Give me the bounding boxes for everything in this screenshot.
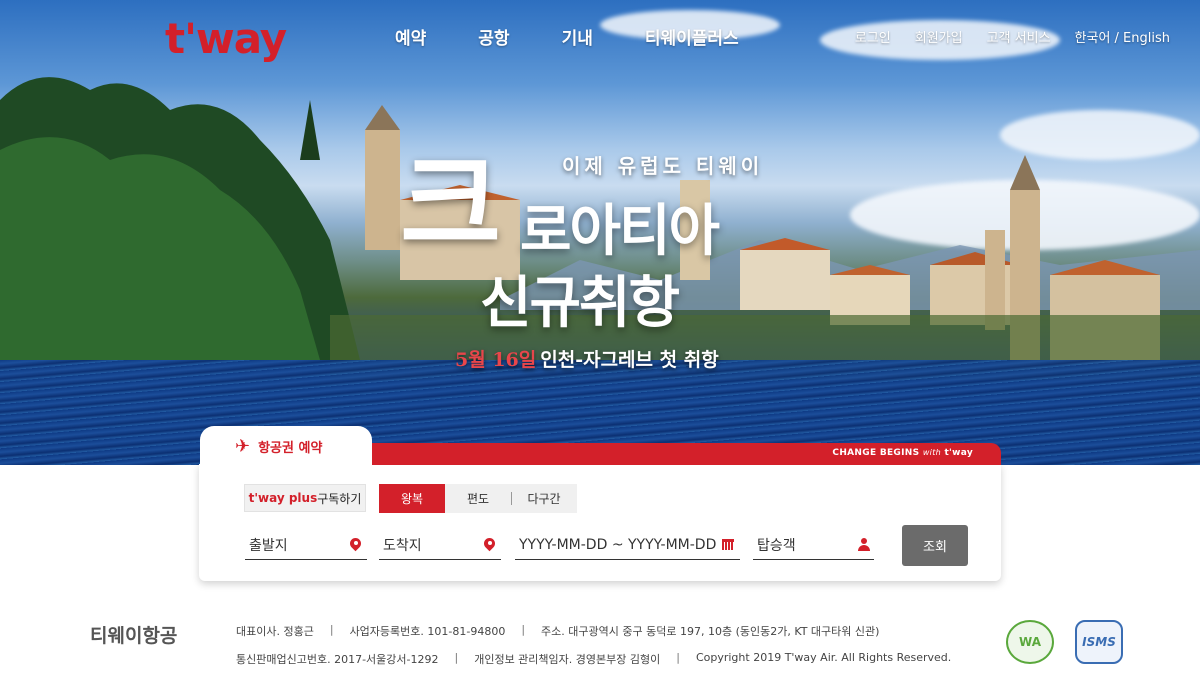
trip-type-selector: 왕복 편도 다구간: [379, 484, 577, 513]
footer-ecommerce-number: 통신판매업신고번호. 2017-서울강서-1292: [236, 653, 439, 666]
nav-item-airport[interactable]: 공항: [478, 24, 509, 49]
footer-business-number: 사업자등록번호. 101-81-94800: [349, 625, 506, 638]
slogan-brand: t'way: [944, 448, 973, 458]
location-pin-icon: [350, 538, 361, 552]
signup-link[interactable]: 회원가입: [915, 27, 963, 46]
subscribe-label: 구독하기: [317, 491, 362, 506]
slogan: CHANGE BEGINS with t'way: [832, 448, 973, 458]
promo-route: 인천-자그레브 첫 취항: [540, 349, 719, 371]
booking-tab-label: 항공권 예약: [258, 440, 323, 456]
nav-item-inflight[interactable]: 기내: [562, 24, 593, 49]
customer-service-link[interactable]: 고객 서비스: [987, 27, 1051, 46]
trip-multi-city[interactable]: 다구간: [511, 484, 577, 513]
promo-date-line: 5월 16일 인천-자그레브 첫 취항: [455, 345, 719, 372]
location-pin-icon: [484, 538, 495, 552]
footer-privacy-officer: 개인정보 관리책임자. 경영본부장 김형이: [474, 653, 661, 666]
nav-item-reservation[interactable]: 예약: [395, 24, 426, 49]
footer-info-row-1: 대표이사. 정홍근 | 사업자등록번호. 101-81-94800 | 주소. 대구…: [236, 623, 880, 638]
passenger-placeholder: 탑승객: [757, 537, 796, 554]
booking-panel: [199, 464, 1001, 581]
promo-date: 5월 16일: [455, 349, 537, 371]
airplane-icon: ✈: [235, 435, 251, 457]
login-link[interactable]: 로그인: [855, 27, 891, 46]
origin-field[interactable]: 출발지: [245, 530, 367, 560]
promo-headline-rest: 로아티아: [520, 198, 720, 264]
origin-placeholder: 출발지: [249, 537, 288, 554]
footer-copyright: Copyright 2019 T'way Air. All Rights Res…: [695, 651, 952, 664]
language-switch-link[interactable]: 한국어 / English: [1075, 27, 1170, 46]
utility-nav: 로그인 회원가입 고객 서비스 한국어 / English: [831, 27, 1170, 46]
promo-headline-line2: 신규취항: [480, 270, 680, 336]
tway-plus-brand: t'way plus: [248, 491, 318, 505]
calendar-icon: [722, 539, 734, 550]
tway-plus-subscribe-button[interactable]: t'way plus 구독하기: [244, 484, 366, 512]
destination-field[interactable]: 도착지: [379, 530, 501, 560]
trip-one-way[interactable]: 편도: [445, 484, 511, 513]
date-range-field[interactable]: YYYY-MM-DD ~ YYYY-MM-DD: [515, 530, 740, 560]
trip-round-trip[interactable]: 왕복: [379, 484, 445, 513]
footer-address: 주소. 대구광역시 중구 동덕로 197, 10층 (동인동2가, KT 대구타…: [541, 625, 880, 638]
person-icon: [858, 538, 870, 551]
promo-headline-line1: 크 로아티아: [400, 150, 820, 270]
search-button[interactable]: 조회: [902, 525, 968, 566]
footer-company-logo: 티웨이항공: [90, 625, 178, 647]
promo-big-letter: 크: [400, 140, 502, 269]
booking-header-bar: CHANGE BEGINS with t'way: [370, 443, 1001, 465]
slogan-text: CHANGE BEGINS: [832, 448, 920, 458]
passenger-field[interactable]: 탑승객: [753, 530, 874, 560]
date-range-placeholder: YYYY-MM-DD ~ YYYY-MM-DD: [519, 536, 717, 553]
wa-certification-badge[interactable]: WA: [1006, 620, 1054, 664]
footer-ceo: 대표이사. 정홍근: [236, 625, 314, 638]
tway-logo[interactable]: t'way: [165, 14, 287, 63]
footer-info-row-2: 통신판매업신고번호. 2017-서울강서-1292 | 개인정보 관리책임자. 경…: [236, 651, 952, 666]
destination-placeholder: 도착지: [383, 537, 422, 554]
isms-certification-badge[interactable]: ISMS: [1075, 620, 1123, 664]
nav-item-twayplus[interactable]: 티웨이플러스: [645, 24, 739, 49]
slogan-with: with: [922, 448, 942, 457]
flight-booking-tab[interactable]: ✈ 항공권 예약: [200, 426, 372, 466]
main-nav: 예약 공항 기내 티웨이플러스: [395, 24, 791, 49]
